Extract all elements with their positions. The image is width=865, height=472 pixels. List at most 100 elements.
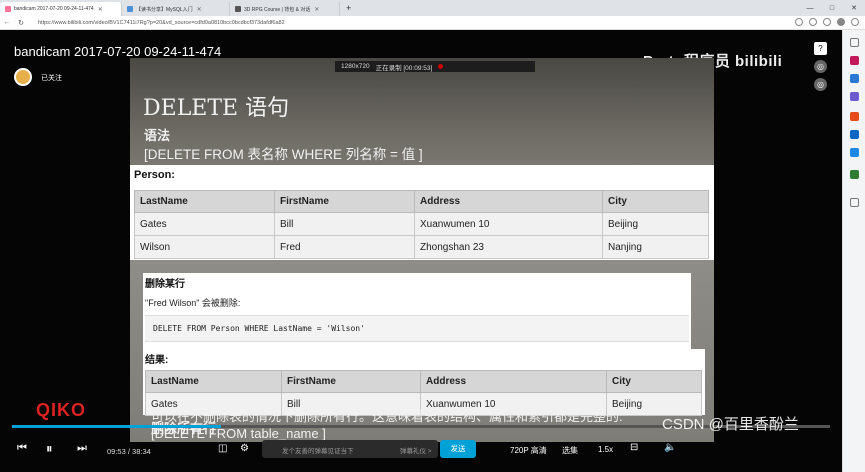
address-bar-row: ← ↻ https://www.bilibili.com/video/BV1C7… [0, 16, 865, 30]
video-player[interactable]: bandicam 2017-07-20 09-24-11-474 已关注 Pra… [0, 30, 842, 472]
recording-toolbar: 1280x720 正在录制 [00:09:53] [335, 61, 535, 72]
close-tab-icon[interactable]: ✕ [314, 6, 319, 13]
table-header-row: LastName FirstName Address City [145, 370, 702, 393]
csdn-watermark: CSDN @百里香酚兰 [662, 416, 799, 433]
person-label: Person: [134, 169, 175, 181]
table-cell: Bill [274, 212, 415, 236]
uploader-avatar[interactable] [14, 68, 32, 86]
browser-tab[interactable]: 【读书分享】MySQL入门 ✕ [122, 2, 230, 16]
browser-tab-active[interactable]: bandicam 2017-07-20 09-24-11-474 ✕ [0, 2, 122, 16]
table-row: Wilson Fred Zhongshan 23 Nanjing [134, 235, 709, 259]
table-cell: Nanjing [602, 235, 709, 259]
table-cell: Beijing [602, 212, 709, 236]
outlook-icon[interactable] [850, 130, 859, 139]
collections-icon[interactable] [823, 18, 831, 26]
video-title: bandicam 2017-07-20 09-24-11-474 [14, 44, 222, 59]
total-time: 38:34 [132, 447, 151, 456]
current-time: 09:53 [107, 447, 126, 456]
more-menu-icon[interactable] [851, 18, 859, 26]
column-header: Address [420, 370, 607, 393]
volume-icon[interactable]: 🔈 [664, 442, 676, 453]
time-display: 09:53 / 38:34 [107, 447, 151, 456]
person-panel: Person: LastName FirstName Address City … [130, 165, 714, 260]
speed-selector[interactable]: 1.5x [598, 445, 613, 454]
delete-row-desc: "Fred Wilson" 会被删除: [145, 298, 241, 308]
window-controls: — □ ✕ [799, 0, 865, 16]
slide: 1280x720 正在录制 [00:09:53] DELETE 语句 语法 [D… [130, 58, 714, 442]
player-side-controls: ? ◎ ◎ [814, 42, 832, 96]
code-block: DELETE FROM Person WHERE LastName = 'Wil… [145, 315, 689, 342]
close-window-button[interactable]: ✕ [843, 4, 865, 12]
quality-selector[interactable]: 720P 高清 [510, 445, 547, 456]
close-tab-icon[interactable]: ✕ [98, 6, 103, 13]
extension-icon[interactable] [795, 18, 803, 26]
settings-icon[interactable]: ◎ [814, 60, 827, 73]
help-icon[interactable]: ? [814, 42, 827, 55]
minimize-button[interactable]: — [799, 5, 821, 12]
table-row: Gates Bill Xuanwumen 10 Beijing [134, 212, 709, 236]
settings-icon[interactable]: ◎ [814, 78, 827, 91]
column-header: City [606, 370, 702, 393]
episodes-button[interactable]: 选集 [562, 445, 578, 456]
column-header: LastName [145, 370, 282, 393]
previous-icon[interactable]: ⏮ [17, 442, 27, 455]
add-icon[interactable] [850, 198, 859, 207]
close-tab-icon[interactable]: ✕ [197, 6, 202, 13]
resolution-label: 1280x720 [341, 63, 370, 70]
maximize-button[interactable]: □ [821, 5, 843, 12]
delete-all-desc: 可以在不删除表的情况下删除所有行。这意味着表的结构、属性和索引都是完整的: [151, 409, 623, 424]
bilibili-favicon-icon [127, 6, 133, 12]
next-icon[interactable]: ⏭ [77, 442, 87, 455]
column-header: LastName [134, 190, 275, 213]
pause-icon[interactable]: ⏸ [46, 441, 53, 457]
table-cell: Fred [274, 235, 415, 259]
delete-row-label: 删除某行 [145, 279, 185, 290]
tab-title: 3D RPG Course | 背包 & 对话 [244, 6, 311, 13]
table-cell: Zhongshan 23 [414, 235, 603, 259]
search-icon[interactable] [850, 38, 859, 47]
browser-tab[interactable]: 3D RPG Course | 背包 & 对话 ✕ [230, 2, 340, 16]
send-danmu-button[interactable]: 发送 [440, 440, 476, 458]
column-header: FirstName [281, 370, 421, 393]
profile-avatar[interactable] [837, 18, 845, 26]
browser-sidebar [842, 30, 865, 472]
result-label: 结果: [145, 355, 169, 366]
danmu-etiquette-link[interactable]: 弹幕礼仪 > [400, 445, 432, 455]
player-controls: ⏮ ⏸ ⏭ 09:53 / 38:34 ◫ ⚙ 发个友善的弹幕见证当下 弹幕礼仪… [0, 432, 842, 468]
slide-heading: DELETE 语句 [143, 96, 290, 121]
syntax-text: [DELETE FROM 表名称 WHERE 列名称 = 值 ] [144, 147, 423, 162]
send-icon[interactable] [850, 148, 859, 157]
column-header: Address [414, 190, 603, 213]
table-cell: Xuanwumen 10 [414, 212, 603, 236]
office-icon[interactable] [850, 112, 859, 121]
tab-title: bandicam 2017-07-20 09-24-11-474 [14, 6, 94, 12]
record-icon [438, 64, 444, 69]
danmu-settings-icon[interactable]: ⚙ [240, 443, 249, 454]
delete-row-panel: 删除某行 "Fred Wilson" 会被删除: DELETE FROM Per… [143, 273, 691, 349]
tree-icon[interactable] [850, 170, 859, 179]
table-cell: Wilson [134, 235, 275, 259]
games-icon[interactable] [850, 92, 859, 101]
follow-status[interactable]: 已关注 [41, 73, 62, 83]
tools-icon[interactable] [850, 74, 859, 83]
table-cell: Gates [134, 212, 275, 236]
favorites-icon[interactable] [809, 18, 817, 26]
table-header-row: LastName FirstName Address City [134, 190, 709, 213]
refresh-icon[interactable]: ↻ [14, 19, 28, 27]
page-favicon-icon [235, 6, 241, 12]
danmu-toggle-icon[interactable]: ◫ [218, 443, 227, 454]
column-header: FirstName [274, 190, 415, 213]
bilibili-favicon-icon [5, 6, 11, 12]
subtitle-icon[interactable]: ⊟ [630, 442, 638, 453]
recording-status: 正在录制 [00:09:53] [375, 64, 433, 72]
person-table: LastName FirstName Address City Gates Bi… [134, 190, 709, 259]
progress-fill [12, 425, 222, 428]
new-tab-button[interactable]: + [346, 3, 351, 13]
toolbar-icons [795, 18, 859, 26]
tag-icon[interactable] [850, 56, 859, 65]
back-icon[interactable]: ← [0, 19, 14, 26]
url-field[interactable]: https://www.bilibili.com/video/BV1C7411i… [38, 20, 598, 26]
tab-title: 【读书分享】MySQL入门 [136, 6, 193, 13]
browser-tab-bar: bandicam 2017-07-20 09-24-11-474 ✕ 【读书分享… [0, 0, 865, 16]
column-header: City [602, 190, 709, 213]
